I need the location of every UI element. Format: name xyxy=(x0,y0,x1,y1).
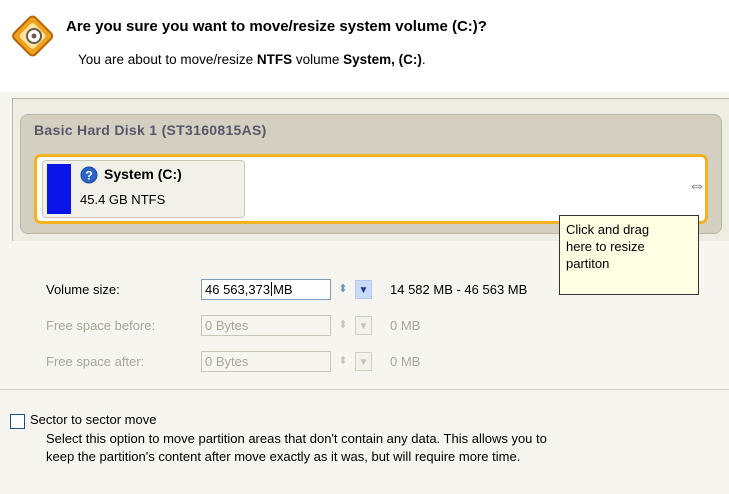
volume-size-unit-dropdown[interactable]: ▼ xyxy=(355,280,372,299)
resize-tooltip: Click and drag here to resize partiton xyxy=(559,215,699,295)
volume-size-input[interactable]: 46 563,373 MB xyxy=(201,279,331,300)
section-divider xyxy=(0,389,729,390)
sector-to-sector-checkbox[interactable] xyxy=(10,414,25,429)
free-space-after-label: Free space after: xyxy=(46,354,145,369)
free-space-after-input[interactable]: 0 Bytes xyxy=(201,351,331,372)
free-space-after-range: 0 MB xyxy=(390,354,421,369)
disk-label: Basic Hard Disk 1 (ST3160815AS) xyxy=(34,122,267,138)
dialog-header: Are you sure you want to move/resize sys… xyxy=(0,0,729,92)
dialog-subtitle: You are about to move/resize NTFS volume… xyxy=(78,52,426,67)
svg-text:?: ? xyxy=(85,169,92,183)
free-space-after-spinner-icon[interactable]: ⬍ xyxy=(334,351,352,372)
volume-size-label: Volume size: xyxy=(46,282,120,297)
volume-size-spinner-icon[interactable]: ⬍ xyxy=(334,279,352,300)
fs-type: NTFS xyxy=(256,52,293,67)
disk-wizard-icon xyxy=(12,15,54,57)
sector-to-sector-description-1: Select this option to move partition are… xyxy=(46,431,547,446)
partition-color-bar xyxy=(47,164,71,214)
free-space-before-label: Free space before: xyxy=(46,318,156,333)
free-space-before-range: 0 MB xyxy=(390,318,421,333)
sector-to-sector-label[interactable]: Sector to sector move xyxy=(30,412,156,427)
volume-reference: System, (C:) xyxy=(343,52,422,67)
volume-info: 45.4 GB NTFS xyxy=(80,192,166,207)
sector-to-sector-description-2: keep the partition's content after move … xyxy=(46,449,521,464)
text-caret xyxy=(271,282,273,296)
free-space-before-unit-dropdown[interactable]: ▼ xyxy=(355,316,372,335)
free-space-before-spinner-icon[interactable]: ⬍ xyxy=(334,315,352,336)
volume-name: System (C:) xyxy=(104,166,182,182)
free-space-before-input[interactable]: 0 Bytes xyxy=(201,315,331,336)
volume-size-range: 14 582 MB - 46 563 MB xyxy=(390,282,528,297)
dialog-title: Are you sure you want to move/resize sys… xyxy=(66,18,487,35)
resize-handle-icon[interactable]: ⇔ xyxy=(688,176,706,194)
free-space-after-unit-dropdown[interactable]: ▼ xyxy=(355,352,372,371)
help-icon: ? xyxy=(80,166,98,184)
